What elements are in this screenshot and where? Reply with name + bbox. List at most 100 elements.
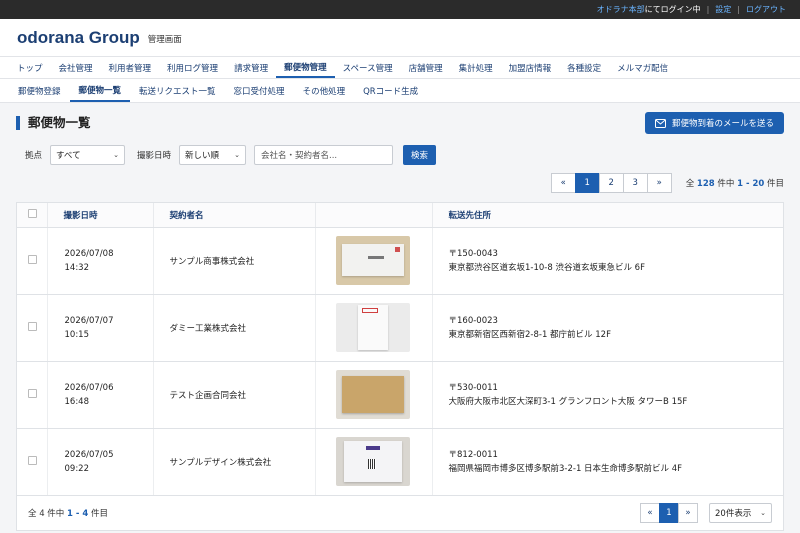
envelope-image [357,305,388,350]
sub-nav-item[interactable]: その他処理 [294,79,355,102]
page-link[interactable]: 3 [622,173,648,193]
row-select-cell [17,361,48,429]
sub-nav: 郵便物登録 郵便物一覧 転送リクエスト一覧 窓口受付処理 その他処理 QRコード生成 [0,79,800,103]
shot-date: 2026/07/08 [64,248,114,259]
brand-logo[interactable]: odorana Group [17,28,140,48]
top-bar: オドラナ本部にてログイン中 | 設定 | ログアウト [0,0,800,19]
main-nav-item[interactable]: 会社管理 [51,57,101,78]
row-checkbox[interactable] [28,455,37,465]
main-nav-item[interactable]: 各種設定 [559,57,609,78]
main-nav-item[interactable]: 請求管理 [226,57,276,78]
mail-photo-cell [315,294,433,362]
main-nav-item[interactable]: メルマガ配信 [609,57,676,78]
column-header-name[interactable]: 契約者名 [153,203,316,228]
footer-count-suffix: 件目 [91,508,109,519]
bottom-pagination: «1» [640,502,698,523]
row-checkbox[interactable] [28,254,37,264]
table-row[interactable]: 2026/07/08 14:32 サンプル商事株式会社 〒150-0043 東京都渋谷区… [17,227,783,295]
shot-datetime-cell: 2026/07/06 16:48 [47,361,154,429]
page-link[interactable]: 1 [574,173,600,193]
sub-nav-item[interactable]: 郵便物一覧 [69,79,131,102]
table-header-row: 撮影日時 契約者名 転送先住所 [17,203,783,228]
column-header-date[interactable]: 撮影日時 [47,203,154,228]
main-nav-item[interactable]: トップ [9,57,51,78]
count-mid: 件中 [717,179,735,189]
forward-address: 東京都新宿区西新宿2-8-1 都庁前ビル 12F [448,329,611,340]
forward-zip: 〒150-0043 [448,248,498,259]
forward-address-cell: 〒530-0011 大阪府大阪市北区大深町3-1 グランフロント大阪 タワーB 1… [432,361,783,429]
header-subtitle: 管理画面 [147,35,182,45]
per-page-select[interactable]: 20件表示 ⌄ [709,502,772,523]
mail-list-card: 撮影日時 契約者名 転送先住所 2026/07/08 14:32 サンプル商事株式会… [16,202,784,531]
page-link[interactable]: » [678,502,698,523]
select-all-checkbox[interactable] [28,208,37,218]
main-nav-item[interactable]: 郵便物管理 [276,57,335,78]
settings-link[interactable]: 設定 [715,4,731,15]
envelope-image [343,441,402,482]
main-nav-item[interactable]: スペース管理 [335,57,401,78]
date-sort-select[interactable]: 新しい順 ⌄ [179,145,247,165]
table-row[interactable]: 2026/07/05 09:22 サンプルデザイン株式会社 〒812-0011 福岡県福… [17,428,783,496]
page-link[interactable]: » [646,173,672,193]
search-button[interactable]: 検索 [403,145,437,165]
table-body: 2026/07/08 14:32 サンプル商事株式会社 〒150-0043 東京都渋谷区… [17,227,783,496]
main-nav-item[interactable]: 集計処理 [451,57,501,78]
filter-bar: 拠点 すべて ⌄ 撮影日時 新しい順 ⌄ 会社名・契約者名... 検索 [25,143,784,167]
login-user: オドラナ本部にてログイン中 [597,4,701,15]
date-sort-select-value: 新しい順 [185,151,220,161]
send-arrival-mail-button[interactable]: 郵便物到着のメールを送る [644,112,784,134]
page-link[interactable]: « [640,502,660,523]
sub-nav-item[interactable]: 郵便物登録 [9,79,70,102]
page-link[interactable]: 1 [659,502,679,523]
select-all-cell [17,203,48,228]
column-header-address[interactable]: 転送先住所 [432,203,783,228]
contractor-name: ダミー工業株式会社 [153,294,316,362]
contractor-name: サンプルデザイン株式会社 [153,428,316,496]
main-nav-item[interactable]: 利用者管理 [101,57,160,78]
chevron-down-icon: ⌄ [234,151,241,159]
contractor-name: サンプル商事株式会社 [153,227,316,295]
mail-photo-thumbnail[interactable] [335,370,410,419]
sub-nav-item[interactable]: QRコード生成 [354,79,427,102]
logout-link[interactable]: ログアウト [746,4,786,15]
main-nav-item[interactable]: 店舗管理 [401,57,451,78]
date-sort-label: 撮影日時 [137,151,172,161]
envelope-image [341,244,404,276]
table-row[interactable]: 2026/07/07 10:15 ダミー工業株式会社 〒160-0023 東京都新宿区西… [17,294,783,362]
forward-address: 大阪府大阪市北区大深町3-1 グランフロント大阪 タワーB 15F [448,396,688,407]
row-checkbox[interactable] [28,388,37,398]
shot-date: 2026/07/05 [64,449,114,460]
search-input[interactable]: 会社名・契約者名... [254,145,394,165]
page-link[interactable]: « [550,173,576,193]
chevron-down-icon: ⌄ [113,151,120,159]
mail-icon [654,118,666,128]
table-row[interactable]: 2026/07/06 16:48 テスト企画合同会社 〒530-0011 大阪府大阪市北… [17,361,783,429]
result-count: 全 128 件中 1 - 20 件目 [686,177,784,189]
page-link[interactable]: 2 [598,173,624,193]
main-nav-item[interactable]: 加盟店情報 [501,57,560,78]
footer-count-prefix: 全 4 件中 [28,508,65,519]
location-select[interactable]: すべて ⌄ [50,145,126,165]
separator: | [706,5,710,14]
chevron-down-icon: ⌄ [760,508,766,517]
forward-zip: 〒812-0011 [448,449,498,460]
sub-nav-item[interactable]: 窓口受付処理 [225,79,294,102]
forward-address: 東京都渋谷区道玄坂1-10-8 渋谷道玄坂東急ビル 6F [448,262,645,273]
mail-photo-thumbnail[interactable] [335,236,410,285]
location-label: 拠点 [25,151,43,161]
mail-photo-thumbnail[interactable] [335,437,410,486]
forward-zip: 〒530-0011 [448,382,498,393]
header: odorana Group 管理画面 [0,19,800,56]
mail-photo-thumbnail[interactable] [335,303,410,352]
top-pagination-row: «1 2 3» 全 128 件中 1 - 20 件目 [16,169,784,197]
shot-time: 16:48 [64,396,90,407]
row-checkbox[interactable] [28,321,37,331]
top-pagination: «1 2 3» [550,173,672,193]
main-nav: トップ 会社管理 利用者管理 利用ログ管理 請求管理 郵便物管理 スペース管理 店舗管理 集計処… [0,56,800,79]
sub-nav-item[interactable]: 転送リクエスト一覧 [130,79,225,102]
forward-address: 福岡県福岡市博多区博多駅前3-2-1 日本生命博多駅前ビル 4F [448,463,683,474]
count-total: 128 [696,179,715,189]
mail-table: 撮影日時 契約者名 転送先住所 2026/07/08 14:32 サンプル商事株式会… [17,203,783,496]
main-nav-item[interactable]: 利用ログ管理 [159,57,226,78]
shot-time: 14:32 [64,262,90,273]
